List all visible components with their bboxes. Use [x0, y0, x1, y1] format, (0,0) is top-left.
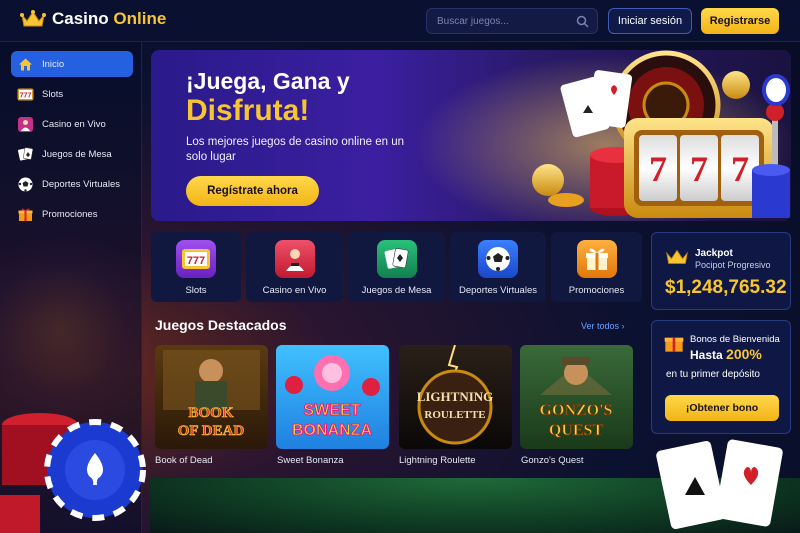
sidebar-item-label: Juegos de Mesa: [42, 148, 112, 160]
game-thumbnail: BOOK OF DEAD: [163, 350, 260, 439]
hero-title-line1: ¡Juega, Gana y: [186, 68, 350, 94]
game-art-subtitle: ROULETTE: [424, 409, 485, 421]
category-promociones[interactable]: Promociones: [551, 232, 642, 302]
sidebar-item-slots[interactable]: 777 Slots: [11, 81, 133, 107]
jackpot-amount: $1,248,765.32: [665, 277, 787, 298]
logo[interactable]: Casino Online: [20, 9, 166, 29]
live-dealer-icon: [274, 240, 315, 278]
search-icon[interactable]: [576, 15, 589, 28]
crown-icon: [666, 249, 688, 264]
bonus-amount: Hasta 200%: [690, 346, 762, 362]
category-label: Casino en Vivo: [262, 285, 327, 296]
sidebar-item-label: Deportes Virtuales: [42, 178, 120, 190]
hero-title-line2: Disfruta!: [186, 94, 310, 127]
game-card-lightning-roulette[interactable]: LIGHTNING ROULETTE: [399, 345, 512, 449]
slots-icon: 777: [17, 86, 34, 103]
game-art-subtitle: QUEST: [549, 422, 604, 439]
bonus-title: Bonos de Bienvenida: [690, 334, 780, 345]
welcome-bonus-card: Bonos de Bienvenida Hasta 200% en tu pri…: [651, 320, 791, 434]
cards-icon: [17, 146, 34, 163]
gift-icon: [576, 240, 617, 278]
game-art-title: GONZO'S: [540, 402, 613, 419]
category-casino-en-vivo[interactable]: Casino en Vivo: [246, 232, 343, 302]
crown-icon: [20, 10, 46, 27]
soccer-ball-icon: [478, 240, 518, 278]
bonus-description: en tu primer depósito: [666, 369, 760, 380]
game-name: Sweet Bonanza: [277, 455, 344, 466]
sidebar-item-inicio[interactable]: Inicio: [11, 51, 133, 77]
svg-text:7: 7: [690, 149, 708, 189]
gift-icon: [664, 337, 684, 352]
hero-register-button[interactable]: Regístrate ahora: [186, 176, 319, 206]
search-input[interactable]: [427, 9, 597, 33]
category-label: Promociones: [568, 285, 625, 296]
game-name: Book of Dead: [155, 455, 213, 466]
search-box: [426, 8, 598, 34]
game-art-title: SWEET: [304, 402, 361, 419]
jackpot-title: Jackpot: [695, 248, 733, 259]
cards-icon: [376, 240, 417, 278]
category-slots[interactable]: 777 Slots: [151, 232, 241, 302]
sidebar-item-deportes-virtuales[interactable]: Deportes Virtuales: [11, 171, 133, 197]
category-label: Deportes Virtuales: [459, 285, 537, 296]
sidebar-item-label: Slots: [42, 88, 64, 100]
sidebar-item-label: Promociones: [42, 208, 98, 220]
live-dealer-icon: [17, 116, 34, 133]
game-card-book-of-dead[interactable]: BOOK OF DEAD: [155, 345, 268, 449]
game-art-title: BOOK: [188, 405, 233, 421]
login-button[interactable]: Iniciar sesión: [608, 8, 692, 34]
svg-text:7: 7: [649, 149, 667, 189]
sidebar-item-casino-en-vivo[interactable]: Casino en Vivo: [11, 111, 133, 137]
featured-section-title: Juegos Destacados: [155, 317, 287, 333]
jackpot-subtitle: Pocipot Progresivo: [695, 260, 771, 270]
game-thumbnail: LIGHTNING ROULETTE: [417, 345, 494, 445]
category-label: Juegos de Mesa: [361, 285, 432, 296]
category-deportes-virtuales[interactable]: Deportes Virtuales: [450, 232, 546, 302]
hero-subtitle: Los mejores juegos de casino online en u…: [186, 136, 405, 163]
see-all-link[interactable]: Ver todos ›: [581, 321, 625, 331]
game-art-title: LIGHTNING: [417, 389, 494, 404]
jackpot-card[interactable]: Jackpot Pocipot Progresivo $1,248,765.32: [651, 232, 791, 310]
game-card-sweet-bonanza[interactable]: SWEET BONANZA: [276, 345, 389, 449]
gift-icon: [17, 206, 34, 223]
logo-text: Casino Online: [52, 9, 167, 28]
game-art-subtitle: OF DEAD: [178, 423, 245, 439]
playing-cards-decoration: [656, 439, 783, 530]
sidebar-item-label: Casino en Vivo: [42, 118, 106, 130]
get-bonus-button[interactable]: ¡Obtener bono: [665, 395, 779, 421]
home-icon: [17, 56, 34, 73]
chevron-right-icon: ›: [621, 321, 625, 331]
game-name: Gonzo's Quest: [521, 455, 584, 466]
svg-text:7: 7: [731, 149, 749, 189]
sidebar-item-label: Inicio: [42, 58, 65, 70]
svg-text:777: 777: [187, 255, 205, 267]
game-thumbnail: SWEET BONANZA: [285, 355, 380, 440]
category-juegos-de-mesa[interactable]: Juegos de Mesa: [348, 232, 445, 302]
svg-text:777: 777: [20, 92, 32, 99]
game-name: Lightning Roulette: [399, 455, 476, 466]
slot-machine-illustration: 7 7 7: [416, 50, 791, 221]
register-button[interactable]: Registrarse: [701, 8, 779, 34]
game-thumbnail: GONZO'S QUEST: [539, 357, 613, 439]
top-header: Casino Online Iniciar sesión Registrarse: [0, 0, 800, 42]
slots-icon: 777: [176, 240, 216, 278]
game-card-gonzos-quest[interactable]: GONZO'S QUEST: [520, 345, 633, 449]
hero-banner: ¡Juega, Gana y Disfruta! Los mejores jue…: [151, 50, 791, 221]
sidebar-item-juegos-de-mesa[interactable]: Juegos de Mesa: [11, 141, 133, 167]
game-art-subtitle: BONANZA: [292, 422, 372, 439]
category-label: Slots: [185, 285, 207, 296]
casino-chips-decoration: [0, 413, 146, 533]
sidebar-item-promociones[interactable]: Promociones: [11, 201, 133, 227]
soccer-ball-icon: [17, 176, 34, 193]
